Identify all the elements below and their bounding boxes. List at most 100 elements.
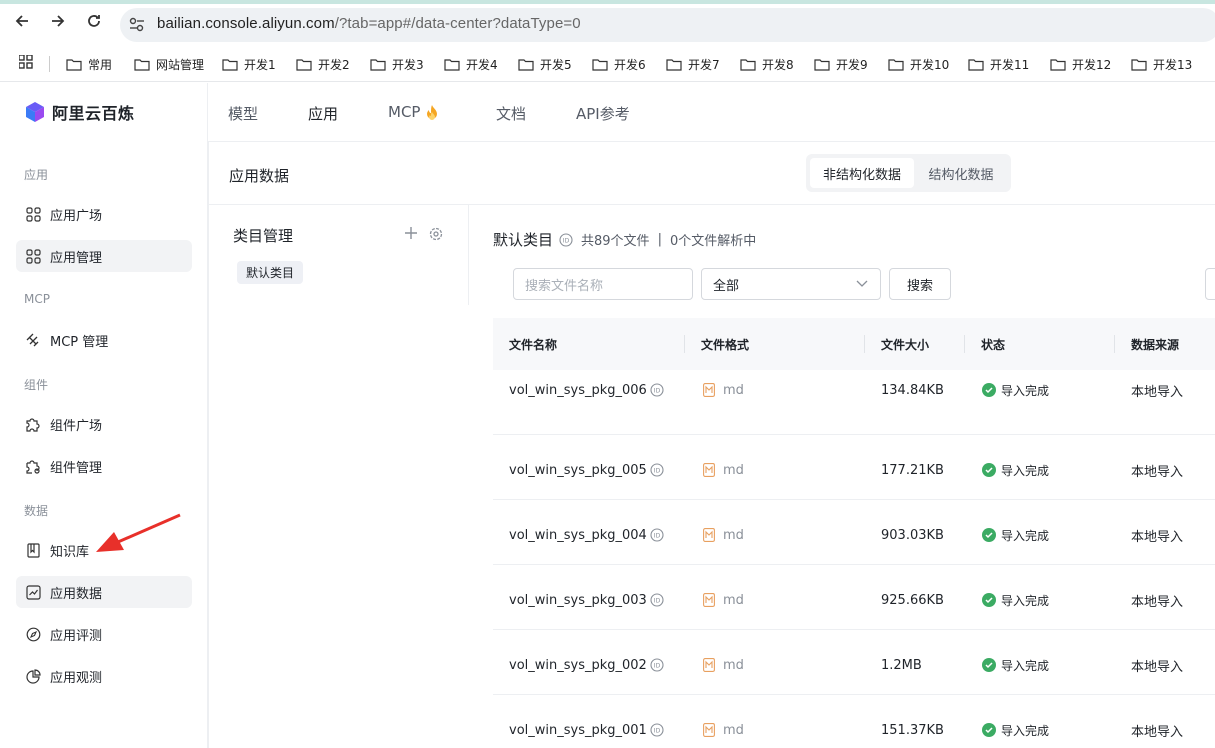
id-icon[interactable]: ID xyxy=(559,232,573,247)
id-icon[interactable]: ID xyxy=(650,658,664,672)
bookmark-folder[interactable]: 开发2 xyxy=(296,55,350,73)
sidebar-item[interactable]: 组件广场 xyxy=(16,408,192,440)
status-text: 导入完成 xyxy=(1001,723,1050,738)
sidebar-item[interactable]: 应用观测 xyxy=(16,660,192,692)
sidebar-item[interactable]: MCP 管理 xyxy=(16,324,192,356)
bookmark-label: 开发10 xyxy=(910,57,950,72)
data-source: 本地导入 xyxy=(1131,594,1184,610)
back-icon[interactable] xyxy=(11,10,33,32)
bookmark-folder[interactable]: 常用 xyxy=(66,55,112,73)
topnav-app[interactable]: 应用 xyxy=(308,103,338,124)
sidebar-item-label: 应用评测 xyxy=(50,628,103,644)
add-category-icon[interactable] xyxy=(404,224,418,245)
tab-structured[interactable]: 结构化数据 xyxy=(914,158,1008,188)
topnav-docs[interactable]: 文档 xyxy=(496,103,526,124)
bookmark-folder[interactable]: 开发12 xyxy=(1050,55,1111,73)
folder-icon xyxy=(666,58,682,71)
bookmark-label: 网站管理 xyxy=(156,57,205,72)
forward-icon[interactable] xyxy=(47,10,69,32)
tab-unstructured[interactable]: 非结构化数据 xyxy=(810,158,914,188)
col-separator[interactable] xyxy=(964,335,965,353)
bookmark-folder[interactable]: 开发4 xyxy=(444,55,498,73)
col-separator[interactable] xyxy=(684,335,685,353)
data-source: 本地导入 xyxy=(1131,384,1184,400)
bookmark-folder[interactable]: 开发6 xyxy=(592,55,646,73)
bookmark-folder[interactable]: 网站管理 xyxy=(134,55,204,73)
id-icon[interactable]: ID xyxy=(650,528,664,542)
chevron-down-icon xyxy=(856,280,868,287)
status-badge: 导入完成 xyxy=(982,380,1049,400)
upload-button[interactable] xyxy=(1205,268,1215,300)
brand-logo[interactable]: 阿里云百炼 xyxy=(24,100,135,124)
sidebar-item-label: MCP 管理 xyxy=(50,334,109,350)
id-icon[interactable]: ID xyxy=(650,463,664,477)
file-format: md xyxy=(723,722,744,738)
search-button[interactable]: 搜索 xyxy=(889,268,951,300)
col-source: 数据来源 xyxy=(1131,338,1180,352)
sidebar-item[interactable]: 应用数据 xyxy=(16,576,192,608)
check-circle-icon xyxy=(982,723,996,737)
bookmark-label: 开发9 xyxy=(836,57,868,72)
folder-icon xyxy=(1131,58,1147,71)
id-icon[interactable]: ID xyxy=(650,383,664,397)
file-name-cell[interactable]: vol_win_sys_pkg_006 ID xyxy=(509,380,664,400)
file-name-cell[interactable]: vol_win_sys_pkg_005 ID xyxy=(509,460,664,480)
table-header xyxy=(493,318,1215,370)
id-icon[interactable]: ID xyxy=(650,723,664,737)
col-separator[interactable] xyxy=(1114,335,1115,353)
reload-icon[interactable] xyxy=(83,10,105,32)
file-search-input[interactable]: 搜索文件名称 xyxy=(513,268,693,300)
bookmark-folder[interactable]: 开发13 xyxy=(1131,55,1192,73)
check-circle-icon xyxy=(982,528,996,542)
url-text[interactable]: bailian.console.aliyun.com/?tab=app#/dat… xyxy=(157,15,581,32)
bookmark-folder[interactable]: 开发11 xyxy=(968,55,1029,73)
bookmark-label: 开发13 xyxy=(1153,57,1193,72)
svg-text:ID: ID xyxy=(654,728,661,735)
file-list-header: 默认类目 ID 共89个文件 | 0个文件解析中 xyxy=(493,229,756,250)
sidebar-item[interactable]: 应用广场 xyxy=(16,198,192,230)
bookmark-folder[interactable]: 开发8 xyxy=(740,55,794,73)
topnav-mcp-label: MCP xyxy=(388,103,421,121)
bookmark-folder[interactable]: 开发3 xyxy=(370,55,424,73)
bookmark-folder[interactable]: 开发10 xyxy=(888,55,949,73)
sidebar-group-label: 组件 xyxy=(24,378,49,392)
folder-icon xyxy=(518,58,534,71)
col-format: 文件格式 xyxy=(701,338,750,352)
topnav-mcp[interactable]: MCP xyxy=(388,103,438,121)
topnav-api[interactable]: API参考 xyxy=(576,103,630,124)
bookmark-folder[interactable]: 开发1 xyxy=(222,55,276,73)
col-separator[interactable] xyxy=(864,335,865,353)
file-name-cell[interactable]: vol_win_sys_pkg_003 ID xyxy=(509,590,664,610)
file-name-cell[interactable]: vol_win_sys_pkg_004 ID xyxy=(509,525,664,545)
status-text: 导入完成 xyxy=(1001,463,1050,478)
file-format-cell: md xyxy=(703,720,744,740)
bookmark-folder[interactable]: 开发7 xyxy=(666,55,720,73)
sidebar-item-label: 组件广场 xyxy=(50,418,103,434)
file-name-cell[interactable]: vol_win_sys_pkg_002 ID xyxy=(509,655,664,675)
category-default-tag[interactable]: 默认类目 xyxy=(237,261,304,284)
file-name-cell[interactable]: vol_win_sys_pkg_001 ID xyxy=(509,720,664,740)
id-icon[interactable]: ID xyxy=(650,593,664,607)
file-name: vol_win_sys_pkg_005 xyxy=(509,462,647,478)
file-count: 共89个文件 xyxy=(581,234,650,249)
svg-text:ID: ID xyxy=(654,598,661,605)
status-filter-select[interactable]: 全部 xyxy=(701,268,881,300)
apps-icon[interactable] xyxy=(18,54,33,73)
bookmark-folder[interactable]: 开发5 xyxy=(518,55,572,73)
data-source: 本地导入 xyxy=(1131,529,1184,545)
folder-icon xyxy=(814,58,830,71)
col-name: 文件名称 xyxy=(509,338,558,352)
status-text: 导入完成 xyxy=(1001,528,1050,543)
fire-icon xyxy=(427,104,438,120)
svg-text:ID: ID xyxy=(563,237,570,244)
bookmark-folder[interactable]: 开发9 xyxy=(814,55,868,73)
topnav-model[interactable]: 模型 xyxy=(228,103,258,124)
sidebar-item[interactable]: 组件管理 xyxy=(16,450,192,482)
sidebar-item[interactable]: 应用评测 xyxy=(16,618,192,650)
file-name: vol_win_sys_pkg_006 xyxy=(509,382,647,398)
site-info-icon[interactable] xyxy=(128,17,146,33)
sidebar-item[interactable]: 应用管理 xyxy=(16,240,192,272)
category-settings-icon[interactable] xyxy=(429,227,443,245)
markdown-file-icon xyxy=(703,383,715,397)
svg-text:ID: ID xyxy=(654,533,661,540)
